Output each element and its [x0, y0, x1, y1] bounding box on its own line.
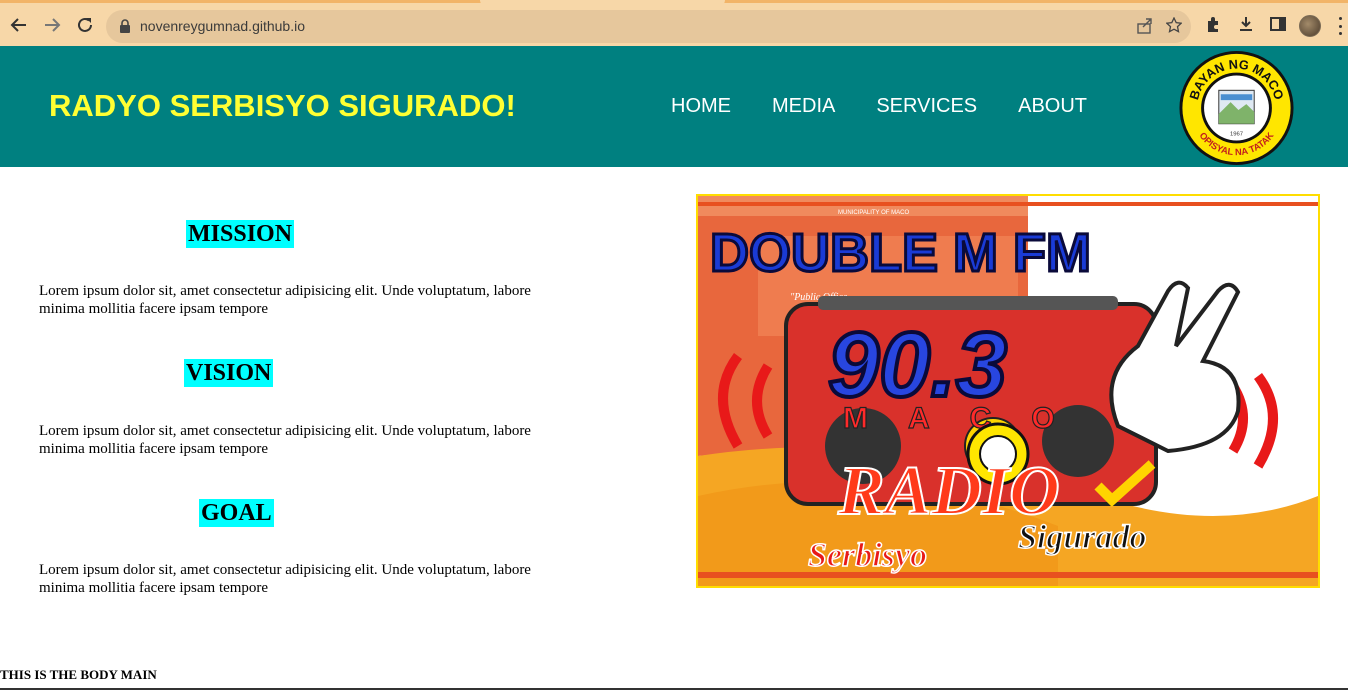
goal-heading: GOAL: [199, 499, 274, 527]
radio-station-banner: MUNICIPALITY OF MACO "Public Office DOUB…: [696, 194, 1320, 588]
frequency-text: 90.3: [828, 314, 1007, 416]
site-title: RADYO SERBISYO SIGURADO!: [49, 88, 516, 123]
forward-arrow-icon[interactable]: [41, 14, 63, 36]
tagline-serbisyo-text: Serbisyo: [808, 537, 927, 574]
browser-toolbar: novenreygumnad.github.io: [0, 0, 1348, 46]
goal-text: Lorem ipsum dolor sit, amet consectetur …: [39, 562, 531, 596]
mission-text: Lorem ipsum dolor sit, amet consectetur …: [39, 283, 531, 317]
municipal-seal-logo: BAYAN NG MACO OPISYAL NA TATAK 1967: [1179, 50, 1294, 166]
mission-heading: MISSION: [186, 220, 295, 248]
nav-link-services[interactable]: SERVICES: [876, 95, 977, 118]
more-menu-icon[interactable]: [1338, 17, 1342, 35]
star-icon[interactable]: [1165, 16, 1183, 38]
nav-link-about[interactable]: ABOUT: [1018, 95, 1087, 118]
building-sign-text: MUNICIPALITY OF MACO: [838, 210, 909, 216]
reload-icon[interactable]: [74, 14, 96, 36]
url-text[interactable]: novenreygumnad.github.io: [140, 18, 305, 34]
side-panel-icon[interactable]: [1269, 15, 1287, 38]
extensions-icon[interactable]: [1205, 15, 1223, 38]
site-header: RADYO SERBISYO SIGURADO! HOME MEDIA SERV…: [0, 46, 1348, 167]
station-name-text: DOUBLE M FM: [710, 223, 1091, 283]
active-tab-edge: [480, 0, 725, 6]
share-icon[interactable]: [1137, 18, 1153, 39]
body-main-label: THIS IS THE BODY MAIN: [0, 667, 157, 682]
lock-icon[interactable]: [119, 19, 131, 38]
vision-heading: VISION: [184, 359, 274, 387]
main-navigation: HOME MEDIA SERVICES ABOUT: [671, 95, 1087, 118]
address-bar[interactable]: novenreygumnad.github.io: [106, 10, 1191, 43]
nav-link-home[interactable]: HOME: [671, 95, 731, 118]
place-text: MACO: [843, 402, 1095, 435]
nav-link-media[interactable]: MEDIA: [772, 95, 835, 118]
profile-avatar[interactable]: [1299, 15, 1321, 37]
download-icon[interactable]: [1237, 15, 1255, 38]
tagline-sigurado-text: Sigurado: [1018, 519, 1147, 556]
logo-year: 1967: [1230, 132, 1243, 138]
vision-text: Lorem ipsum dolor sit, amet consectetur …: [39, 423, 531, 457]
back-arrow-icon[interactable]: [8, 14, 30, 36]
